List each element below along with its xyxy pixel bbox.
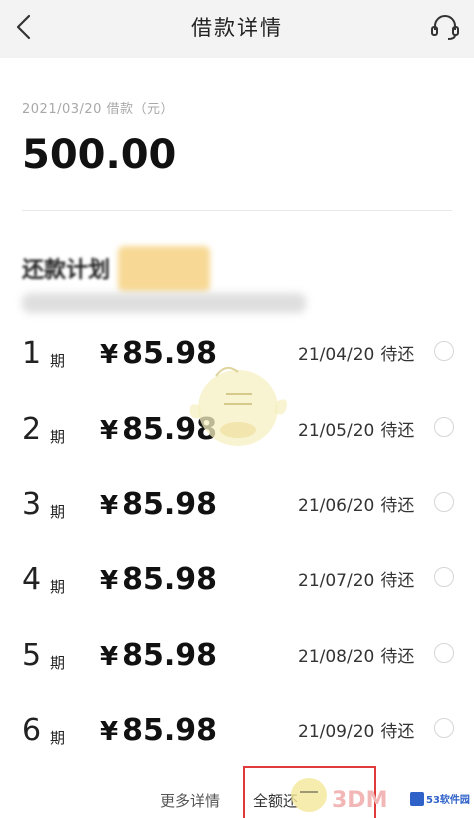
blurred-text bbox=[22, 293, 306, 313]
blurred-badge bbox=[118, 246, 210, 292]
due-date: 21/08/20 待还 bbox=[298, 642, 414, 667]
due-date-value: 21/08/20 bbox=[298, 647, 375, 667]
currency-symbol: ¥ bbox=[100, 717, 119, 747]
due-date-value: 21/07/20 bbox=[298, 571, 375, 591]
installment-amount: ¥85.98 bbox=[100, 562, 217, 597]
status-label: 待还 bbox=[380, 421, 415, 441]
full-repay-label: 全额还 bbox=[253, 792, 299, 810]
installment-unit: 期 bbox=[50, 503, 66, 521]
installment-unit: 期 bbox=[50, 654, 66, 672]
brand-watermark: 3DM bbox=[332, 788, 388, 813]
currency-symbol: ¥ bbox=[100, 491, 119, 521]
installment-amount: ¥85.98 bbox=[100, 336, 217, 371]
currency-symbol: ¥ bbox=[100, 642, 119, 672]
due-date-value: 21/05/20 bbox=[298, 421, 375, 441]
amount-value: 85.98 bbox=[122, 638, 217, 673]
top-bar: 借款详情 bbox=[0, 0, 474, 58]
installment-amount: ¥85.98 bbox=[100, 487, 217, 522]
status-label: 待还 bbox=[380, 647, 415, 667]
amount-value: 85.98 bbox=[122, 412, 217, 447]
installment-row[interactable]: 1 期 ¥85.98 21/04/20 待还 bbox=[0, 330, 474, 390]
headset-icon bbox=[431, 15, 459, 40]
more-details-link[interactable]: 更多详情 bbox=[160, 790, 220, 811]
amount-value: 85.98 bbox=[122, 562, 217, 597]
installment-unit: 期 bbox=[50, 729, 66, 747]
due-date: 21/07/20 待还 bbox=[298, 566, 414, 591]
select-radio[interactable] bbox=[434, 341, 454, 361]
site-logo-text: 53软件园 bbox=[426, 795, 470, 806]
currency-symbol: ¥ bbox=[100, 340, 119, 370]
due-date: 21/09/20 待还 bbox=[298, 717, 414, 742]
select-radio[interactable] bbox=[434, 417, 454, 437]
page-title: 借款详情 bbox=[191, 16, 283, 40]
installment-number: 1 bbox=[22, 336, 42, 371]
due-date-value: 21/04/20 bbox=[298, 345, 375, 365]
installment-unit: 期 bbox=[50, 352, 66, 370]
site-logo-watermark: 53软件园 bbox=[410, 788, 474, 810]
installment-row[interactable]: 4 期 ¥85.98 21/07/20 待还 bbox=[0, 556, 474, 616]
loan-date-label: 2021/03/20 借款（元） bbox=[22, 102, 175, 117]
installment-number: 2 bbox=[22, 412, 42, 447]
due-date-value: 21/06/20 bbox=[298, 496, 375, 516]
status-label: 待还 bbox=[380, 345, 415, 365]
currency-symbol: ¥ bbox=[100, 566, 119, 596]
installment-number: 3 bbox=[22, 487, 42, 522]
amount-value: 85.98 bbox=[122, 487, 217, 522]
loan-amount: 500.00 bbox=[22, 132, 177, 178]
status-label: 待还 bbox=[380, 496, 415, 516]
site-logo-icon bbox=[410, 792, 424, 806]
due-date: 21/04/20 待还 bbox=[298, 340, 414, 365]
select-radio[interactable] bbox=[434, 567, 454, 587]
amount-value: 85.98 bbox=[122, 336, 217, 371]
installment-number: 5 bbox=[22, 638, 42, 673]
divider bbox=[22, 210, 452, 211]
installment-amount: ¥85.98 bbox=[100, 638, 217, 673]
installment-row[interactable]: 2 期 ¥85.98 21/05/20 待还 bbox=[0, 406, 474, 466]
installment-amount: ¥85.98 bbox=[100, 412, 217, 447]
select-radio[interactable] bbox=[434, 492, 454, 512]
currency-symbol: ¥ bbox=[100, 416, 119, 446]
select-radio[interactable] bbox=[434, 718, 454, 738]
installment-amount: ¥85.98 bbox=[100, 713, 217, 748]
installment-row[interactable]: 6 期 ¥85.98 21/09/20 待还 bbox=[0, 707, 474, 767]
installment-number: 4 bbox=[22, 562, 42, 597]
installment-number: 6 bbox=[22, 713, 42, 748]
repayment-plan-heading: 还款计划 bbox=[22, 258, 111, 283]
due-date: 21/05/20 待还 bbox=[298, 416, 414, 441]
installment-row[interactable]: 5 期 ¥85.98 21/08/20 待还 bbox=[0, 632, 474, 692]
status-label: 待还 bbox=[380, 571, 415, 591]
due-date: 21/06/20 待还 bbox=[298, 491, 414, 516]
installment-row[interactable]: 3 期 ¥85.98 21/06/20 待还 bbox=[0, 481, 474, 541]
select-radio[interactable] bbox=[434, 643, 454, 663]
installment-unit: 期 bbox=[50, 578, 66, 596]
due-date-value: 21/09/20 bbox=[298, 722, 375, 742]
amount-value: 85.98 bbox=[122, 713, 217, 748]
installment-unit: 期 bbox=[50, 428, 66, 446]
status-label: 待还 bbox=[380, 722, 415, 742]
customer-service-button[interactable] bbox=[428, 12, 462, 44]
